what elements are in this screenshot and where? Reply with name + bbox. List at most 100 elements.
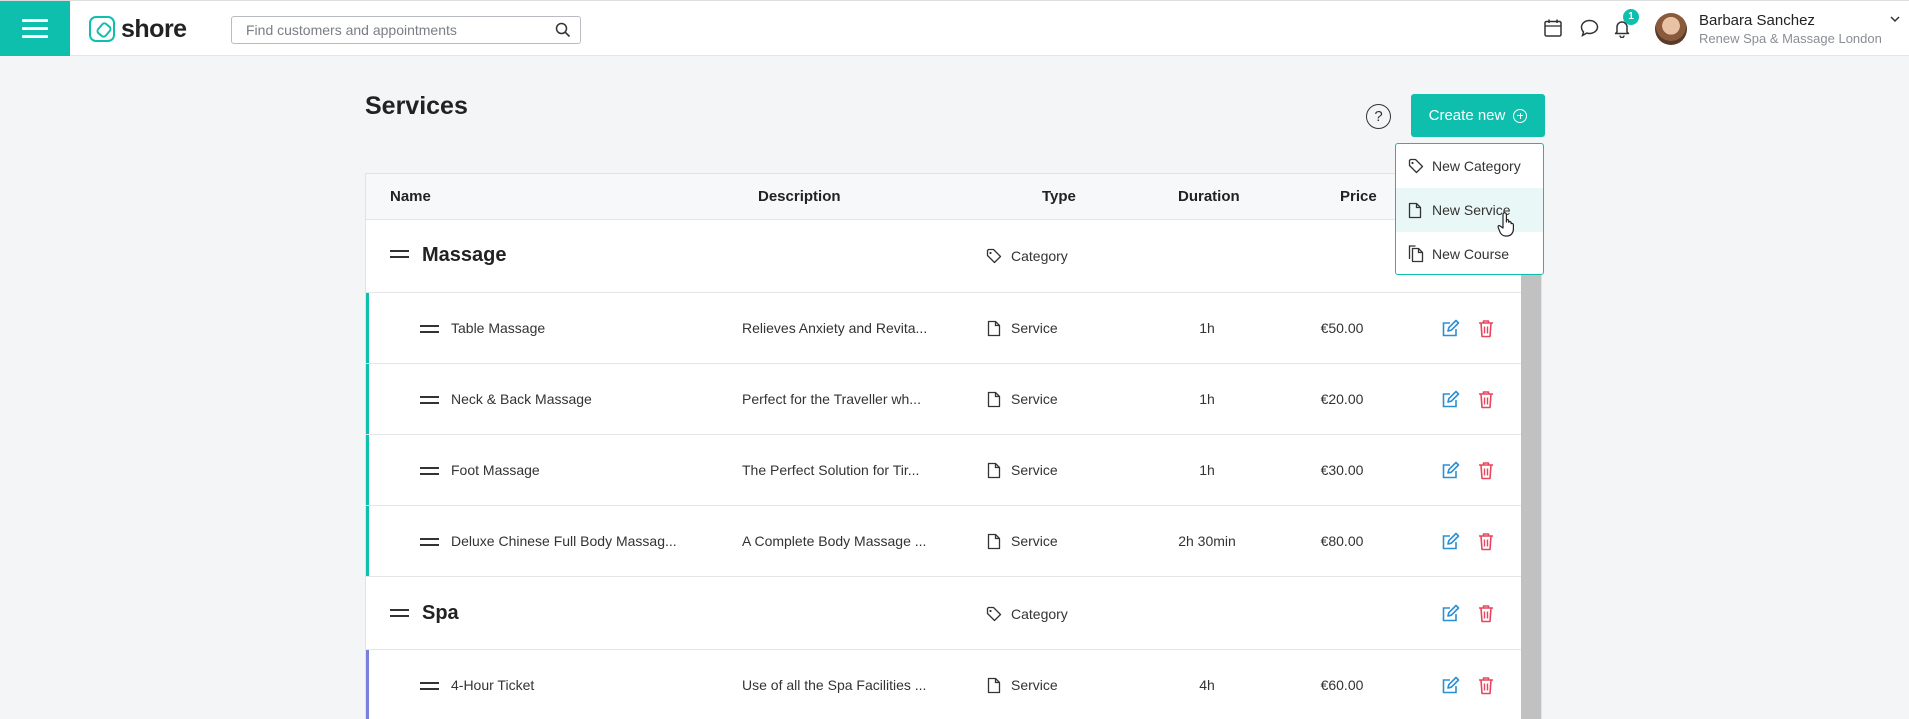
description-cell: Relieves Anxiety and Revita... [742,320,928,336]
edit-icon[interactable] [1441,319,1460,338]
top-bar: shore 1 Barbara Sanchez Renew Spa & Mass… [0,0,1909,56]
name-cell: Deluxe Chinese Full Body Massag... [451,533,677,549]
column-header-price[interactable]: Price [1340,188,1377,205]
table-row[interactable]: Table Massage Relieves Anxiety and Revit… [366,293,1521,364]
trash-icon[interactable] [1478,532,1494,551]
menu-item-new-service[interactable]: New Service [1396,188,1543,232]
edit-icon[interactable] [1441,461,1460,480]
search-input[interactable] [232,17,542,43]
help-button[interactable]: ? [1366,104,1391,129]
document-icon [987,391,1001,408]
create-new-label: Create new [1428,107,1506,124]
help-icon: ? [1374,108,1383,125]
duration-cell: 1h [1199,320,1215,336]
drag-handle-icon[interactable] [390,250,409,262]
drag-handle-icon[interactable] [420,325,439,337]
table-row[interactable]: Deluxe Chinese Full Body Massag... A Com… [366,506,1521,577]
row-accent [366,506,369,576]
trash-icon[interactable] [1478,676,1494,695]
search-icon[interactable] [555,22,571,38]
chat-icon[interactable] [1579,18,1600,38]
type-cell: Service [1011,677,1058,693]
menu-item-label: New Course [1432,246,1510,262]
document-icon [1408,202,1422,218]
drag-handle-icon[interactable] [390,609,409,621]
hand-cursor-icon [1497,212,1514,237]
row-accent [366,435,369,505]
type-cell: Service [1011,391,1058,407]
name-cell: 4-Hour Ticket [451,677,535,693]
trash-icon[interactable] [1478,461,1494,480]
duration-cell: 2h 30min [1178,533,1236,549]
price-cell: €30.00 [1320,462,1364,478]
type-cell: Category [1011,248,1068,264]
table-row[interactable]: Neck & Back Massage Perfect for the Trav… [366,364,1521,435]
document-icon [987,533,1001,550]
drag-handle-icon[interactable] [420,538,439,550]
menu-item-new-course[interactable]: New Course [1396,232,1543,276]
row-accent [366,650,369,719]
edit-icon[interactable] [1441,390,1460,409]
type-cell: Category [1011,606,1068,622]
scrollbar[interactable] [1521,220,1541,719]
column-header-description[interactable]: Description [758,188,841,205]
drag-handle-icon[interactable] [420,467,439,479]
search-box [231,16,581,44]
row-accent [366,364,369,434]
description-cell: Use of all the Spa Facilities ... [742,677,927,693]
create-new-menu: New Category New Service New Course [1395,143,1544,275]
table-row[interactable]: Foot Massage The Perfect Solution for Ti… [366,435,1521,506]
shop-name: Renew Spa & Massage London [1699,31,1882,46]
table-row[interactable]: 4-Hour Ticket Use of all the Spa Facilit… [366,650,1521,719]
description-cell: Perfect for the Traveller wh... [742,391,921,407]
edit-icon[interactable] [1441,676,1460,695]
duration-cell: 4h [1199,677,1215,693]
trash-icon[interactable] [1478,604,1494,623]
edit-icon[interactable] [1441,532,1460,551]
price-cell: €80.00 [1320,533,1364,549]
tag-icon [986,606,1002,622]
description-cell: The Perfect Solution for Tir... [742,462,920,478]
brand-logo[interactable]: shore [89,15,187,43]
column-header-duration[interactable]: Duration [1178,188,1240,205]
tag-icon [1408,158,1424,174]
category-row[interactable]: Massage Category [366,220,1521,293]
menu-button[interactable] [0,1,70,56]
calendar-icon[interactable] [1543,18,1563,38]
price-cell: €20.00 [1320,391,1364,407]
avatar[interactable] [1655,13,1687,45]
column-header-type[interactable]: Type [1042,188,1076,205]
name-cell: Foot Massage [451,462,540,478]
price-cell: €60.00 [1320,677,1364,693]
document-icon [987,320,1001,337]
menu-item-new-category[interactable]: New Category [1396,144,1543,188]
notification-badge: 1 [1623,9,1639,25]
category-name: Spa [422,602,459,624]
user-name[interactable]: Barbara Sanchez [1699,12,1815,29]
brand-name: shore [121,14,187,43]
type-cell: Service [1011,533,1058,549]
trash-icon[interactable] [1478,390,1494,409]
tag-icon [986,248,1002,264]
table-header: Name Description Type Duration Price [366,174,1541,220]
document-icon [987,677,1001,694]
type-cell: Service [1011,462,1058,478]
create-new-button[interactable]: Create new [1411,94,1545,137]
trash-icon[interactable] [1478,319,1494,338]
hamburger-icon [22,17,48,41]
category-name: Massage [422,244,507,266]
type-cell: Service [1011,320,1058,336]
services-table: Name Description Type Duration Price Mas… [365,173,1542,719]
plus-circle-icon [1513,108,1528,123]
duration-cell: 1h [1199,391,1215,407]
edit-icon[interactable] [1441,604,1460,623]
category-row[interactable]: Spa Category [366,577,1521,650]
name-cell: Table Massage [451,320,546,336]
menu-item-label: New Category [1432,158,1521,174]
drag-handle-icon[interactable] [420,396,439,408]
name-cell: Neck & Back Massage [451,391,592,407]
chevron-down-icon[interactable] [1890,15,1900,23]
document-icon [987,462,1001,479]
column-header-name[interactable]: Name [390,188,431,205]
drag-handle-icon[interactable] [420,682,439,694]
